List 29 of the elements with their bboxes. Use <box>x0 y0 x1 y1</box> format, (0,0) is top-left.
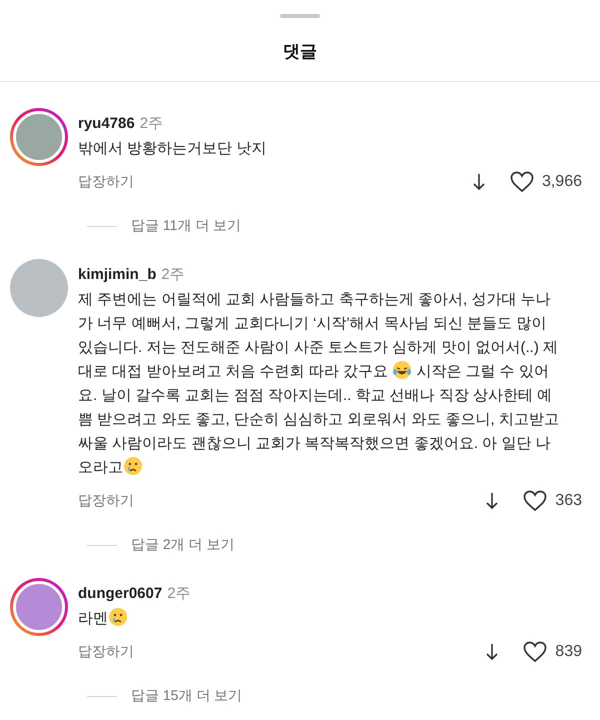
comment-time: 2주 <box>167 584 191 603</box>
heart-icon <box>510 171 534 193</box>
reply-button[interactable]: 답장하기 <box>78 492 134 510</box>
heart-icon <box>523 490 548 512</box>
view-replies-button[interactable]: 답글 2개 더 보기 <box>131 536 234 554</box>
comment-text: 라멘 <box>78 607 560 631</box>
sort-down-icon[interactable] <box>485 492 500 510</box>
username[interactable]: kimjimin_b <box>78 266 156 283</box>
crying-emoji-icon <box>123 456 143 476</box>
sort-down-icon[interactable] <box>485 643 500 661</box>
comment-text: 밖에서 방황하는거보단 낫지 <box>78 139 268 159</box>
comment-time: 2주 <box>140 114 164 133</box>
sheet-title: 댓글 <box>283 41 317 63</box>
comment-text: 제 주변에는 어릴적에 교회 사람들하고 축구하는게 좋아서, 성가대 누나가 너무 예뻐서, 그렇게 교회다니기 ‘시작’해서 목사님 되신 분들도 많이 있습니다. 저는 전도해준 사람이 사준 토스트가 심하게 맛이 없어서(..) 제대로 대접 받아보려고 처음 수련회 따라 갔구요 시작은 그럴 수 있어요. 날이 갈수록 교회는 점점 작아지는데.. 학교 선배나 직장 상사한테 예쁨 받으려고 와도 좋고, 단순히 심심하고 외로워서 와도 좋으니, 치고받고 싸울 사람이라도 괜찮으니 교회가 복작복작했으면 좋겠어요. 아 일단 나오라고 <box>78 290 560 478</box>
laughing-emoji-icon <box>392 360 412 380</box>
view-replies-button[interactable]: 답글 15개 더 보기 <box>131 687 242 705</box>
username[interactable]: dunger0607 <box>78 585 162 602</box>
heart-icon <box>523 641 548 663</box>
view-replies-button[interactable]: 답글 11개 더 보기 <box>131 217 242 235</box>
comment-time: 2주 <box>161 265 185 284</box>
reply-button[interactable]: 답장하기 <box>78 173 134 191</box>
crying-emoji-icon <box>108 607 128 627</box>
like-button[interactable]: 839 <box>523 641 582 663</box>
drag-handle[interactable] <box>280 14 320 18</box>
like-button[interactable]: 363 <box>523 490 582 512</box>
sort-down-icon[interactable] <box>472 173 486 191</box>
reply-button[interactable]: 답장하기 <box>78 643 134 661</box>
username[interactable]: ryu4786 <box>78 115 135 132</box>
like-button[interactable]: 3,966 <box>510 171 582 193</box>
